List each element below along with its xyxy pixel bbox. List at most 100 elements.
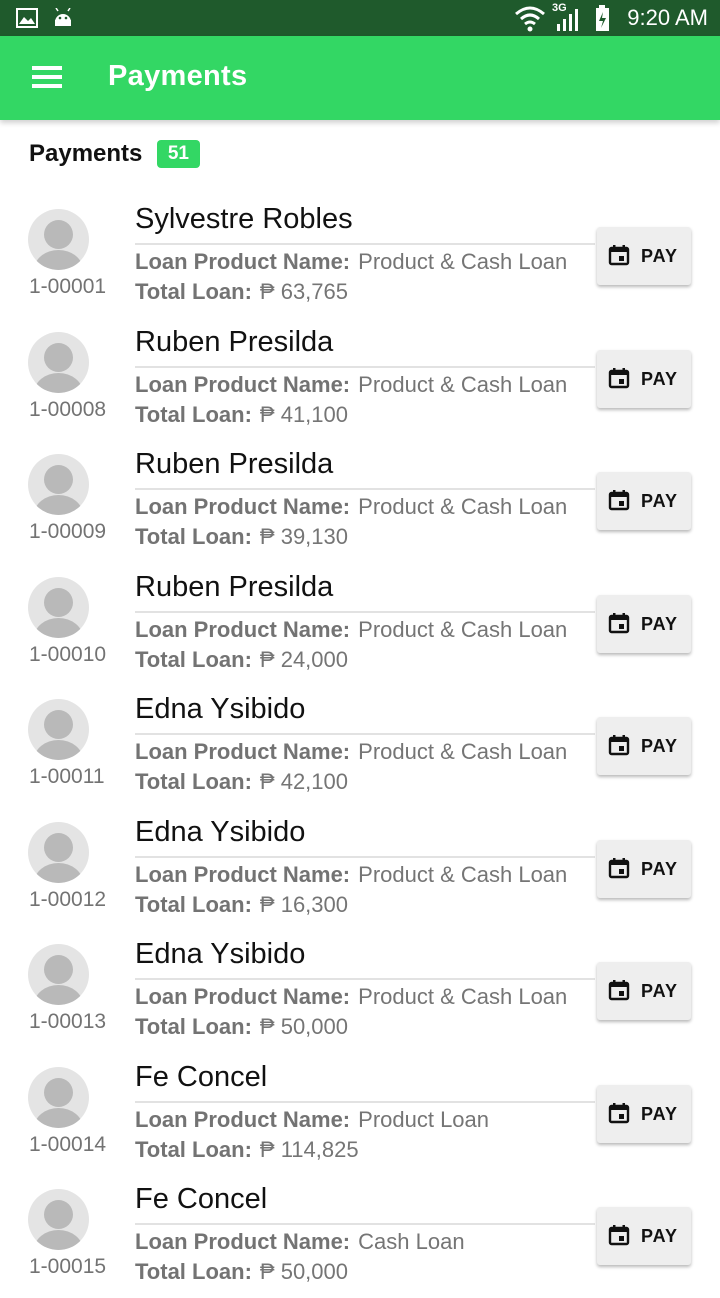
avatar (28, 209, 89, 270)
list-item[interactable]: 1-00001 Sylvestre Robles Loan Product Na… (0, 195, 720, 318)
list-item[interactable]: 1-00015 Fe Concel Loan Product Name: Cash… (0, 1175, 720, 1298)
borrower-name: Edna Ysibido (135, 693, 306, 725)
avatar (28, 699, 89, 760)
loan-product-value: Product & Cash Loan (358, 494, 568, 519)
avatar (28, 331, 89, 393)
menu-icon[interactable] (32, 66, 64, 90)
loan-product-line: Loan Product Name: Product & Cash Loan (135, 739, 567, 765)
pay-label: PAY (641, 1103, 679, 1124)
pay-button[interactable]: PAY (597, 717, 691, 775)
count-badge: 51 (156, 140, 200, 168)
loan-product-label: Loan Product Name: (135, 861, 351, 887)
pay-label: PAY (641, 858, 679, 879)
total-loan-label: Total Loan: (135, 401, 252, 427)
divider (135, 1223, 595, 1225)
total-loan-value: ₱ 50,000 (259, 1259, 348, 1284)
loan-product-value: Cash Loan (358, 1229, 465, 1254)
loan-product-value: Product Loan (358, 1106, 490, 1132)
loan-product-value: Product & Cash Loan (358, 739, 568, 764)
loan-product-line: Loan Product Name: Product & Cash Loan (135, 862, 567, 888)
list-item[interactable]: 1-00010 Ruben Presilda Loan Product Name… (0, 563, 720, 686)
avatar (28, 1189, 89, 1250)
loan-product-label: Loan Product Name: (135, 494, 351, 519)
borrower-name: Ruben Presilda (135, 570, 334, 603)
section-header: Payments 51 (29, 140, 200, 180)
pay-button[interactable]: PAY (597, 349, 691, 408)
list-item[interactable]: 1-00009 Ruben Presilda Loan Product Name… (0, 440, 720, 563)
total-loan-value: ₱ 41,100 (259, 401, 348, 427)
pay-label: PAY (641, 613, 679, 634)
loan-product-label: Loan Product Name: (135, 1229, 351, 1254)
wifi-icon (515, 6, 545, 32)
total-loan-label: Total Loan: (135, 1136, 252, 1162)
total-loan-value: ₱ 50,000 (259, 1014, 348, 1039)
account-number: 1-00014 (29, 1132, 107, 1156)
app-title: Payments (108, 60, 248, 92)
calendar-icon (608, 1102, 630, 1123)
total-loan-line: Total Loan: ₱ 114,825 (135, 1137, 359, 1163)
total-loan-value: ₱ 63,765 (259, 279, 348, 304)
pay-button[interactable]: PAY (597, 594, 691, 653)
borrower-name: Fe Concel (135, 1060, 268, 1093)
pay-button[interactable]: PAY (597, 962, 691, 1020)
borrower-name: Sylvestre Robles (135, 203, 353, 235)
total-loan-label: Total Loan: (135, 1014, 252, 1039)
loan-product-line: Loan Product Name: Product & Cash Loan (135, 249, 567, 275)
pay-button[interactable]: PAY (597, 1084, 691, 1143)
loan-product-value: Product & Cash Loan (358, 371, 568, 397)
pay-button[interactable]: PAY (597, 472, 691, 530)
calendar-icon (608, 612, 630, 633)
loan-product-line: Loan Product Name: Product & Cash Loan (135, 494, 567, 520)
loan-product-value: Product & Cash Loan (358, 984, 568, 1009)
borrower-name: Edna Ysibido (135, 938, 306, 970)
loan-product-label: Loan Product Name: (135, 1106, 351, 1132)
total-loan-line: Total Loan: ₱ 39,130 (135, 524, 348, 550)
loan-product-line: Loan Product Name: Product & Cash Loan (135, 617, 567, 643)
calendar-icon (608, 245, 630, 266)
pay-button[interactable]: PAY (597, 227, 691, 285)
loan-product-value: Product & Cash Loan (358, 616, 568, 642)
account-number: 1-00013 (29, 1010, 107, 1033)
total-loan-label: Total Loan: (135, 1259, 252, 1284)
list-item[interactable]: 1-00008 Ruben Presilda Loan Product Name… (0, 318, 720, 441)
total-loan-value: ₱ 42,100 (259, 769, 348, 794)
avatar (28, 576, 89, 638)
calendar-icon (608, 1225, 630, 1246)
avatar (28, 821, 89, 883)
total-loan-value: ₱ 16,300 (259, 891, 348, 917)
signal-icon (557, 9, 578, 31)
total-loan-value: ₱ 24,000 (259, 646, 348, 672)
pay-button[interactable]: PAY (597, 839, 691, 898)
account-number: 1-00010 (29, 642, 107, 666)
total-loan-value: ₱ 114,825 (259, 1136, 359, 1162)
pay-button[interactable]: PAY (597, 1207, 691, 1265)
list-item[interactable]: 1-00014 Fe Concel Loan Product Name: Prod… (0, 1053, 720, 1176)
calendar-icon (608, 735, 630, 756)
total-loan-label: Total Loan: (135, 279, 252, 304)
total-loan-line: Total Loan: ₱ 16,300 (135, 892, 348, 918)
loan-product-line: Loan Product Name: Cash Loan (135, 1229, 465, 1255)
divider (135, 1100, 595, 1103)
list-item[interactable]: 1-00013 Edna Ysibido Loan Product Name: P… (0, 930, 720, 1053)
total-loan-line: Total Loan: ₱ 24,000 (135, 647, 348, 673)
divider (135, 855, 595, 858)
pay-label: PAY (641, 1226, 679, 1246)
payment-list: 1-00001 Sylvestre Robles Loan Product Na… (0, 195, 720, 1298)
loan-product-label: Loan Product Name: (135, 249, 351, 274)
total-loan-line: Total Loan: ₱ 41,100 (135, 402, 348, 428)
account-number: 1-00011 (29, 765, 105, 788)
pay-label: PAY (641, 368, 679, 389)
loan-product-label: Loan Product Name: (135, 616, 351, 642)
loan-product-line: Loan Product Name: Product Loan (135, 1107, 489, 1133)
total-loan-label: Total Loan: (135, 891, 252, 917)
pay-label: PAY (641, 736, 679, 756)
status-bar: 3G 9:20 AM (0, 0, 720, 36)
loan-product-line: Loan Product Name: Product & Cash Loan (135, 372, 567, 398)
total-loan-value: ₱ 39,130 (259, 524, 348, 549)
list-item[interactable]: 1-00011 Edna Ysibido Loan Product Name: P… (0, 685, 720, 808)
loan-product-line: Loan Product Name: Product & Cash Loan (135, 984, 567, 1010)
calendar-icon (608, 367, 630, 388)
divider (135, 978, 595, 980)
list-item[interactable]: 1-00012 Edna Ysibido Loan Product Name: P… (0, 808, 720, 931)
borrower-name: Fe Concel (135, 1183, 268, 1215)
